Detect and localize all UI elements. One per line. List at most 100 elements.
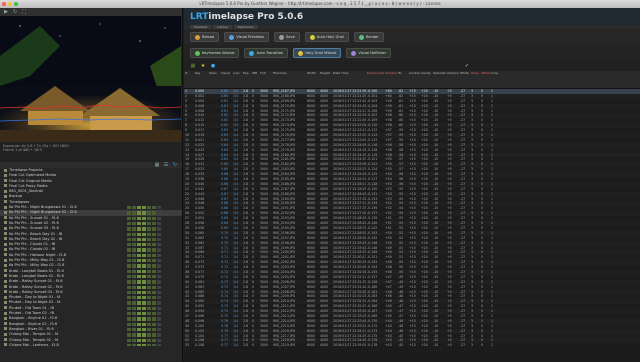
tree-item-label: Ko Phi Phi - Harbour Night - f2.8 — [9, 252, 67, 257]
table-row[interactable]: 53 0.108 0.77 1/4 2.8 0 3000 IMG_2219.JPG 6000 40… — [184, 343, 640, 348]
status-marks — [127, 232, 161, 236]
column-header[interactable]: White — [459, 71, 470, 88]
status-mark — [157, 280, 161, 284]
table-cell: 0 — [252, 343, 255, 348]
column-header[interactable]: # — [184, 71, 194, 88]
grid-view-icon[interactable]: ▦ — [190, 63, 196, 69]
tree-item-label: Final Cut Proxy Media — [9, 183, 48, 188]
play-icon[interactable]: ▶ — [3, 9, 9, 15]
column-header[interactable]: Crop — [490, 71, 502, 88]
column-header[interactable]: Exposure2012 — [366, 71, 384, 88]
status-mark — [152, 312, 156, 316]
status-mark — [132, 285, 136, 289]
preview-info: Exposure: Av 2.8 • Tv 15s • ISO 1600 Fra… — [0, 142, 182, 162]
column-header[interactable]: Visual — [220, 71, 232, 88]
column-header[interactable]: Date Time — [332, 71, 366, 88]
status-mark — [142, 322, 146, 326]
status-mark — [132, 290, 136, 295]
star-filter-icon[interactable]: ★ — [200, 63, 206, 69]
tree-item-label: Final Cut Optimized Media — [9, 173, 57, 178]
status-mark — [132, 301, 136, 305]
folder-tree[interactable]: Timelapse Projects Final Cut Optimized Me… — [0, 168, 182, 346]
status-mark — [152, 296, 156, 300]
column-header[interactable]: HL — [397, 71, 408, 88]
status-mark — [142, 280, 146, 284]
status-mark — [127, 237, 131, 242]
status-mark — [152, 343, 156, 346]
column-header[interactable]: Shadows — [384, 71, 397, 88]
auto-holy-grail-button[interactable]: Auto Holy Grail — [304, 32, 349, 42]
workflow-tab[interactable]: Previews — [190, 25, 212, 29]
status-mark — [142, 290, 146, 295]
tree-item[interactable]: Chiang Mai - Lanterns - f2.8 — [0, 343, 182, 346]
tree-item-label: Bangkok - River 01 - f5.6 — [9, 326, 54, 331]
status-mark — [152, 259, 156, 263]
status-mark — [152, 243, 156, 247]
column-header[interactable]: Contrast — [408, 71, 420, 88]
refresh-tree-icon[interactable]: ↻ — [172, 162, 178, 168]
status-mark — [152, 327, 156, 332]
status-mark — [152, 333, 156, 337]
column-header[interactable]: WB — [251, 71, 259, 88]
column-header[interactable]: Stars — [208, 71, 220, 88]
column-header[interactable]: Exp. — [242, 71, 251, 88]
column-header[interactable]: Key — [194, 71, 208, 88]
status-mark — [147, 243, 151, 247]
folder-icon — [4, 205, 7, 209]
status-mark — [137, 243, 141, 247]
workflow-tab[interactable]: Library — [213, 25, 232, 29]
reload-button[interactable]: Reload — [190, 32, 220, 42]
status-mark — [132, 317, 136, 321]
save-button[interactable]: Save — [273, 32, 300, 42]
status-mark — [137, 343, 141, 346]
status-mark — [157, 333, 161, 337]
zoom-window-icon[interactable] — [14, 2, 18, 6]
list-icon[interactable]: ☰ — [163, 162, 169, 168]
workflow-tab[interactable]: Keyframes — [233, 25, 258, 29]
auto-transition-button[interactable]: Auto Transition — [244, 48, 289, 58]
status-mark — [157, 216, 161, 220]
tree-item-label: Chiang Mai - Temple 02 - f4 — [9, 337, 59, 342]
status-mark — [157, 211, 161, 215]
status-mark — [127, 243, 131, 247]
fullscreen-icon[interactable]: ⛶ — [21, 9, 27, 15]
minimize-window-icon[interactable] — [8, 2, 12, 6]
column-header[interactable]: Saturation — [432, 71, 446, 88]
grid-icon[interactable]: ▦ — [154, 162, 160, 168]
status-mark — [157, 232, 161, 236]
status-mark — [147, 269, 151, 273]
render-button[interactable]: Render — [353, 32, 384, 42]
wave-icon — [351, 50, 357, 56]
visual-deflicker-button[interactable]: Visual Deflicker — [346, 48, 392, 58]
status-mark — [137, 306, 141, 311]
column-header[interactable]: Temp — [470, 71, 480, 88]
column-header[interactable]: Height — [319, 71, 332, 88]
tree-item-label: Ko Phi Phi - Milky Way 01 - f2.8 — [9, 258, 65, 263]
column-header[interactable]: Width — [306, 71, 319, 88]
color-filter-icon[interactable]: ● — [210, 63, 216, 69]
status-mark — [147, 232, 151, 236]
column-header[interactable]: Filename — [272, 71, 306, 88]
close-window-icon[interactable] — [2, 2, 6, 6]
status-mark — [147, 259, 151, 263]
folder-icon — [4, 279, 7, 283]
image-table[interactable]: 1 0.000 0.60 1/4 2.8 0 3000 IMG_2167.JPG 6000 400… — [184, 89, 640, 348]
image-preview[interactable] — [0, 16, 181, 142]
status-mark — [147, 280, 151, 284]
holy-grail-wizard-button[interactable]: Holy Grail Wizard — [293, 48, 342, 58]
status-mark — [152, 227, 156, 231]
column-header[interactable]: Tint — [259, 71, 272, 88]
column-header[interactable]: Clarity — [420, 71, 432, 88]
status-mark — [157, 206, 161, 210]
status-mark — [152, 306, 156, 311]
column-header[interactable]: Lum. — [232, 71, 242, 88]
loop-icon[interactable]: ↻ — [12, 9, 18, 15]
column-header[interactable]: Offset — [480, 71, 490, 88]
column-header[interactable]: Vibrance — [446, 71, 459, 88]
keyframes-wizard-button[interactable]: Keyframes Wizard — [190, 48, 240, 58]
status-mark — [127, 296, 131, 300]
status-mark — [127, 306, 131, 311]
visual-previews-button[interactable]: Visual Previews — [224, 32, 269, 42]
window-controls[interactable] — [2, 2, 18, 6]
status-marks — [127, 259, 161, 263]
